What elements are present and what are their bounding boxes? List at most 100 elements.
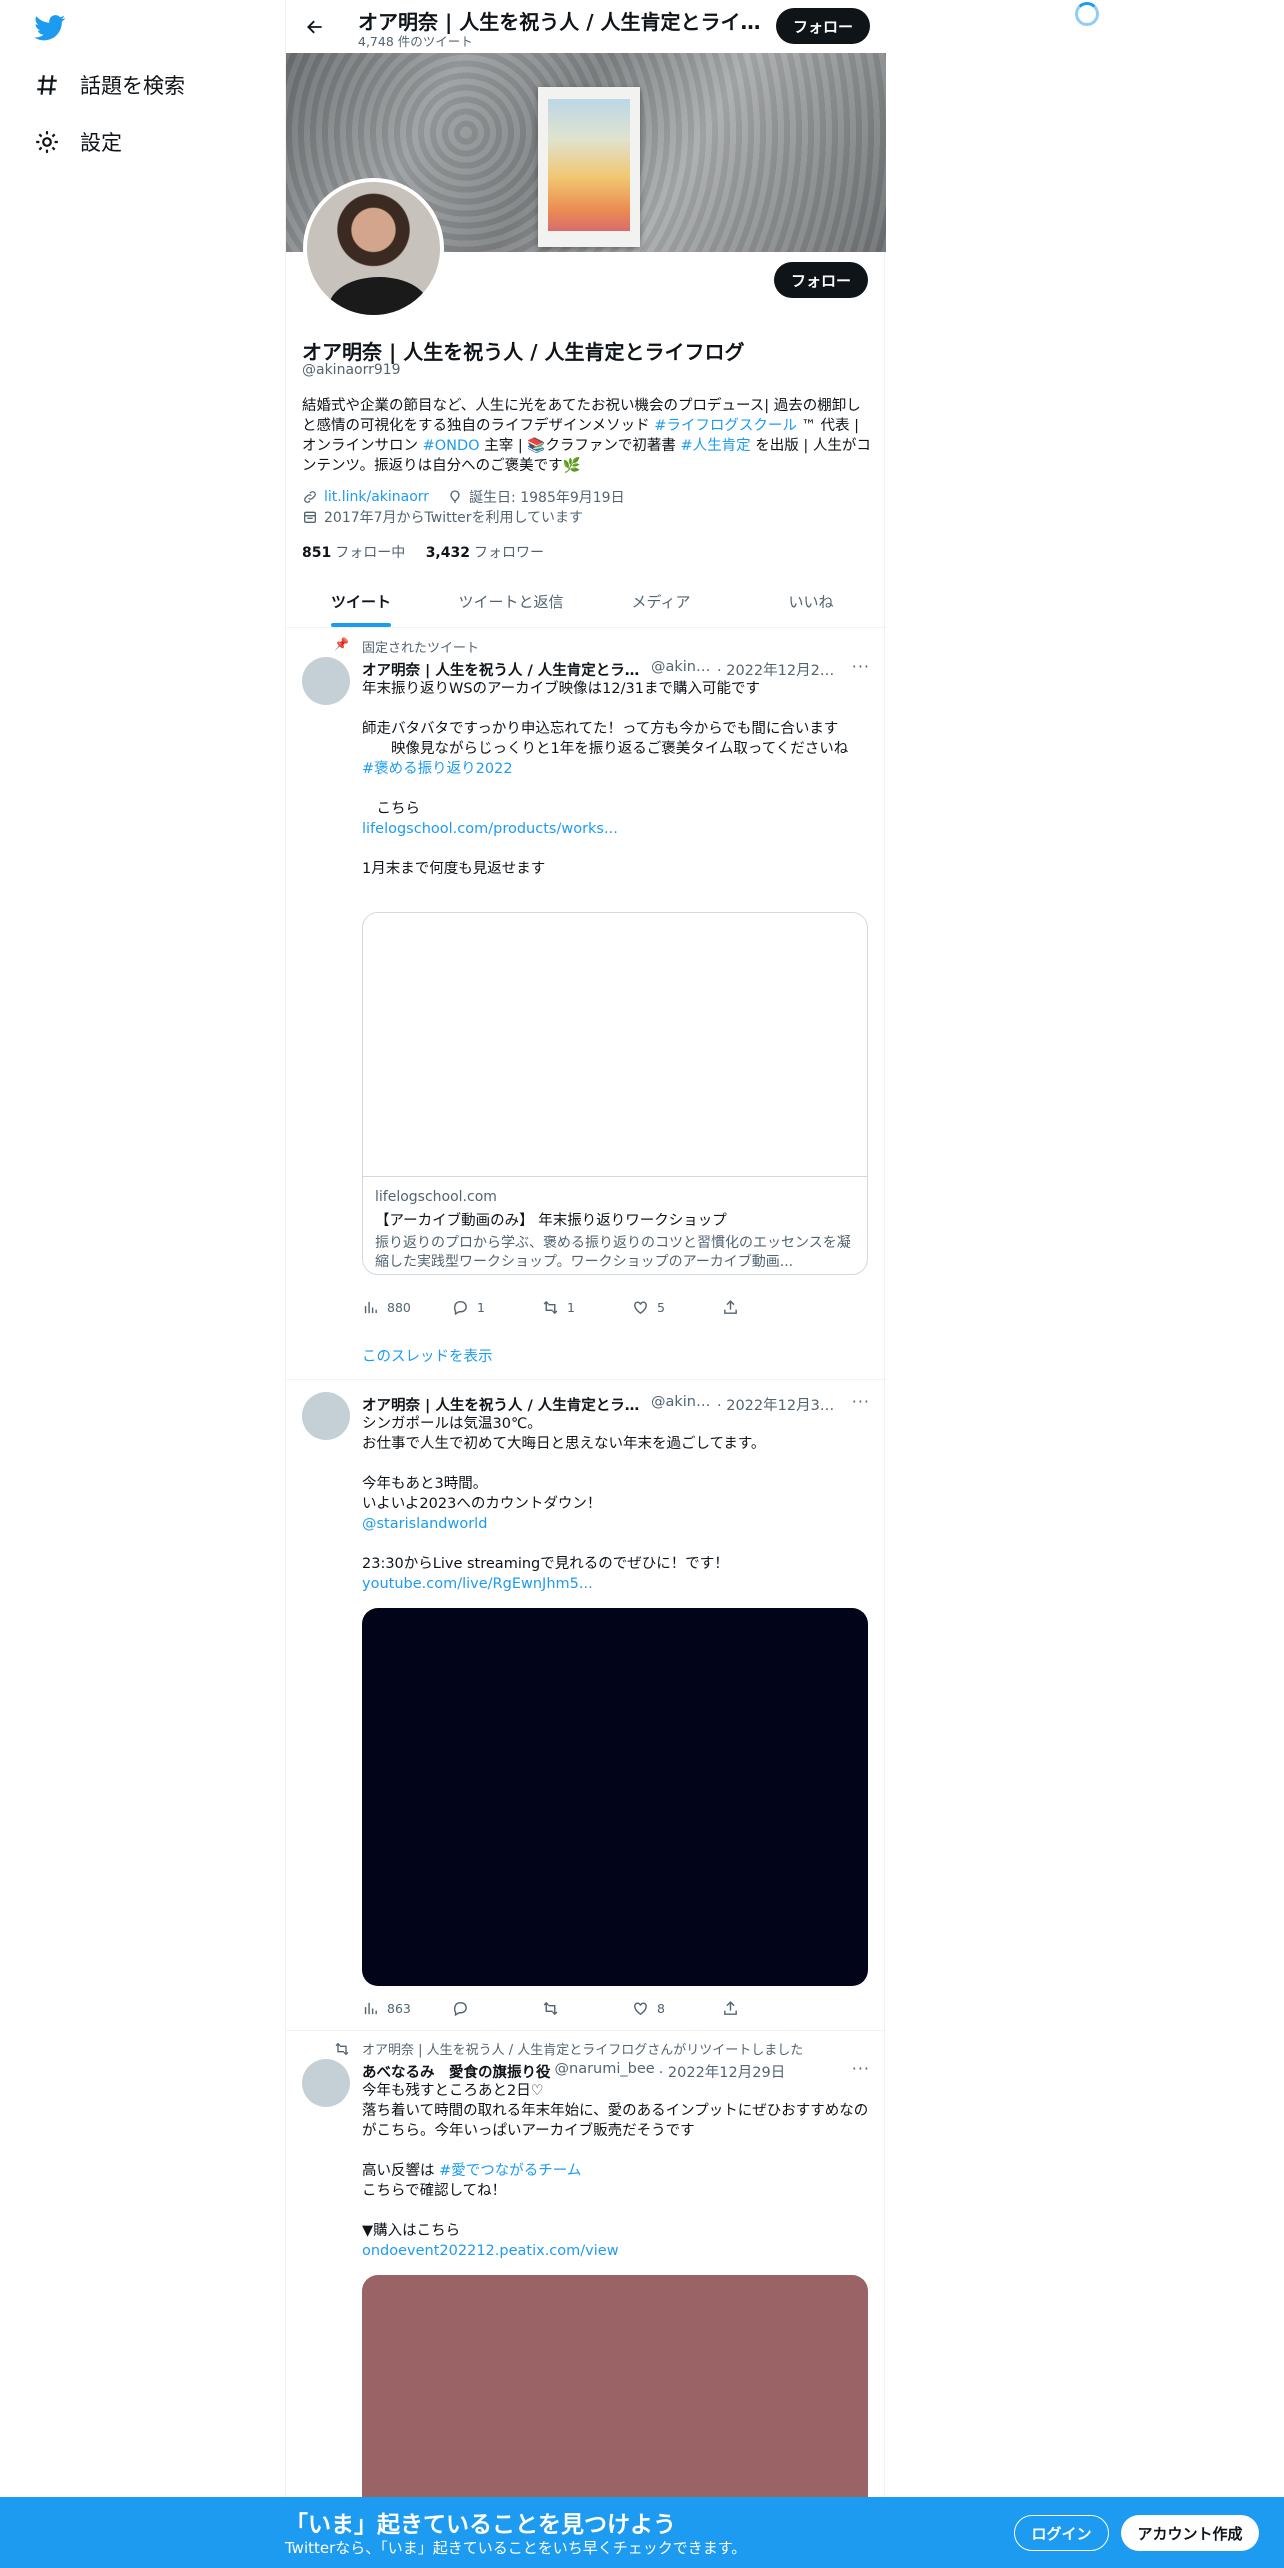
more-options-icon[interactable]: ··· xyxy=(852,1392,870,1411)
tweet-hashtag[interactable]: #愛でつながるチーム xyxy=(439,2163,581,2179)
gear-icon xyxy=(36,131,58,153)
tweet-author-handle[interactable]: @akinaorr919 xyxy=(651,1394,713,1415)
bio-hashtag-jinsei[interactable]: #人生肯定 xyxy=(680,438,750,454)
tweet-body: 1月末まで何度も見返せます xyxy=(362,861,546,877)
link-card-title: 【アーカイブ動画のみ】 年末振り返りワークショップ xyxy=(375,1213,727,1229)
nav-explore-label: 話題を検索 xyxy=(80,74,185,98)
tweet-author-name[interactable]: オア明奈 | 人生を祝う人 / 人生肯定とライフログ xyxy=(362,1394,647,1415)
avatar[interactable] xyxy=(302,1392,350,1440)
reply-button[interactable] xyxy=(452,2000,512,2017)
tweet-author-name[interactable]: オア明奈 | 人生を祝う人 / 人生肯定とライフログ xyxy=(362,659,647,680)
nav-explore[interactable]: 話題を検索 xyxy=(34,70,185,100)
views-count: 880 xyxy=(387,1300,411,1315)
link-card-domain: lifelogschool.com xyxy=(375,1189,497,1205)
tweet-author-handle[interactable]: @akinaorr919 xyxy=(651,659,713,680)
tweet-actions: 863 8 xyxy=(362,2000,782,2017)
like-button[interactable]: 5 xyxy=(632,1299,692,1316)
retweet-button[interactable]: 1 xyxy=(542,1299,602,1316)
loading-spinner-icon xyxy=(1075,2,1099,26)
tab-tweets[interactable]: ツイート xyxy=(286,575,436,627)
following-count: 851 xyxy=(302,545,332,561)
tweet-author-name[interactable]: あべなるみ 愛食の旗振り役 xyxy=(362,2061,551,2082)
header-tweet-count: 4,748 件のツイート xyxy=(358,34,473,49)
tweet-body: こちらで確認してね！ ▼購入はこちら xyxy=(362,2183,507,2239)
profile-avatar[interactable] xyxy=(303,178,444,319)
back-button[interactable] xyxy=(298,10,332,44)
analytics-icon xyxy=(364,2002,377,2015)
share-icon xyxy=(724,2001,737,2015)
avatar[interactable] xyxy=(302,2059,350,2107)
hashtag-icon xyxy=(37,75,57,95)
profile-meta-row: lit.link/akinaorr 誕生日: 1985年9月19日 xyxy=(302,487,625,507)
tweet-header: あべなるみ 愛食の旗振り役 @narumi_bee · 2022年12月29日 xyxy=(362,2061,842,2082)
following-link[interactable]: 851 フォロー中 xyxy=(302,545,405,561)
tweet-image[interactable] xyxy=(362,2275,868,2515)
link-icon xyxy=(304,491,316,503)
tweet-pinned[interactable]: 📌 固定されたツイート オア明奈 | 人生を祝う人 / 人生肯定とライフログ @… xyxy=(286,629,886,1380)
back-arrow-icon xyxy=(307,20,322,34)
nav-settings[interactable]: 設定 xyxy=(34,127,122,157)
avatar[interactable] xyxy=(302,657,350,705)
signup-banner: 「いま」起きていることを見つけよう Twitterなら、「いま」起きていることを… xyxy=(0,2497,1284,2568)
tweet-mention[interactable]: @starislandworld xyxy=(362,1516,487,1532)
link-card[interactable]: lifelogschool.com 【アーカイブ動画のみ】 年末振り返りワークシ… xyxy=(362,912,868,1275)
tweet-context: 固定されたツイート xyxy=(362,641,480,656)
profile-joined: 2017年7月からTwitterを利用しています xyxy=(324,510,584,526)
bio-hashtag-lifelog[interactable]: #ライフログスクール xyxy=(654,418,797,434)
tweet-hashtag[interactable]: #褒める振り返り2022 xyxy=(362,761,513,777)
views-button[interactable]: 880 xyxy=(362,1299,422,1316)
tweet-body: こちら xyxy=(376,801,420,817)
tweet-date[interactable]: · 2022年12月29日 xyxy=(659,2061,786,2082)
signup-button[interactable]: アカウント作成 xyxy=(1121,2515,1259,2551)
tweet-text: 年末振り返りWSのアーカイブ映像は12/31まで購入可能です 師走バタバタですっ… xyxy=(362,679,872,879)
header-bar: オア明奈 | 人生を祝う人 / 人生肯定とライフログ 4,748 件のツイート … xyxy=(286,0,886,53)
views-button[interactable]: 863 xyxy=(362,2000,422,2017)
show-thread-link[interactable]: このスレッドを表示 xyxy=(362,1345,493,1366)
tweet-date[interactable]: · 2022年12月31日 xyxy=(717,1394,842,1415)
twitter-logo-icon[interactable] xyxy=(34,15,66,41)
tweet-link[interactable]: youtube.com/live/RgEwnJhm5... xyxy=(362,1576,593,1592)
views-count: 863 xyxy=(387,2001,411,2016)
followers-link[interactable]: 3,432 フォロワー xyxy=(426,545,544,561)
profile-handle: @akinaorr919 xyxy=(302,362,401,378)
tab-media[interactable]: メディア xyxy=(586,575,736,627)
signup-banner-title: 「いま」起きていることを見つけよう xyxy=(285,2512,676,2538)
bio-hashtag-ondo[interactable]: #ONDO xyxy=(423,438,480,454)
nav-settings-label: 設定 xyxy=(80,131,122,155)
header-follow-button[interactable]: フォロー xyxy=(776,8,870,44)
tab-likes[interactable]: いいね xyxy=(736,575,886,627)
more-options-icon[interactable]: ··· xyxy=(852,657,870,676)
retweet-icon xyxy=(335,2042,349,2056)
link-card-description: 振り返りのプロから学ぶ、褒める振り返りのコツと習慣化のエッセンスを凝縮した実践型… xyxy=(375,1235,851,1270)
like-count: 8 xyxy=(657,2001,665,2016)
banner-frame-image xyxy=(538,87,640,247)
reply-button[interactable]: 1 xyxy=(452,1299,512,1316)
more-options-icon[interactable]: ··· xyxy=(852,2059,870,2078)
share-button[interactable] xyxy=(722,1299,782,1316)
profile-follow-button[interactable]: フォロー xyxy=(774,262,868,298)
profile-url[interactable]: lit.link/akinaorr xyxy=(324,489,429,505)
tweet-actions: 880 1 1 5 xyxy=(362,1299,782,1316)
signup-banner-subtitle: Twitterなら、「いま」起きていることをいち早くチェックできます。 xyxy=(285,2539,747,2557)
tab-tweets-replies[interactable]: ツイートと返信 xyxy=(436,575,586,627)
tweet-body: 23:30からLive streamingで見れるのでぜひに！です！ xyxy=(362,1556,729,1572)
retweet-count: 1 xyxy=(567,1300,575,1315)
retweet-icon xyxy=(543,1300,558,1315)
tweet-retweeted[interactable]: オア明奈 | 人生を祝う人 / 人生肯定とライフログさんがリツイートしました あ… xyxy=(286,2031,886,2515)
tweet-date[interactable]: · 2022年12月21日 xyxy=(717,659,842,680)
tweet-link[interactable]: ondoevent202212.peatix.com/view xyxy=(362,2243,619,2259)
tweet-link[interactable]: lifelogschool.com/products/works... xyxy=(362,821,618,837)
login-button[interactable]: ログイン xyxy=(1014,2515,1109,2551)
followers-count: 3,432 xyxy=(425,545,470,561)
retweet-button[interactable] xyxy=(542,2000,602,2017)
calendar-icon xyxy=(304,511,316,523)
like-button[interactable]: 8 xyxy=(632,2000,692,2017)
tweet-video[interactable] xyxy=(362,1608,868,1986)
tweet-body: 今年も残すところあと2日♡ 落ち着いて時間の取れる年末年始に、愛のあるインプット… xyxy=(362,2083,869,2179)
share-button[interactable] xyxy=(722,2000,782,2017)
analytics-icon xyxy=(364,1301,377,1314)
tweet-author-handle[interactable]: @narumi_bee xyxy=(555,2061,655,2082)
tweet-header: オア明奈 | 人生を祝う人 / 人生肯定とライフログ @akinaorr919 … xyxy=(362,1394,842,1415)
tweet[interactable]: オア明奈 | 人生を祝う人 / 人生肯定とライフログ @akinaorr919 … xyxy=(286,1380,886,2031)
profile-tabs: ツイート ツイートと返信 メディア いいね xyxy=(286,575,886,628)
